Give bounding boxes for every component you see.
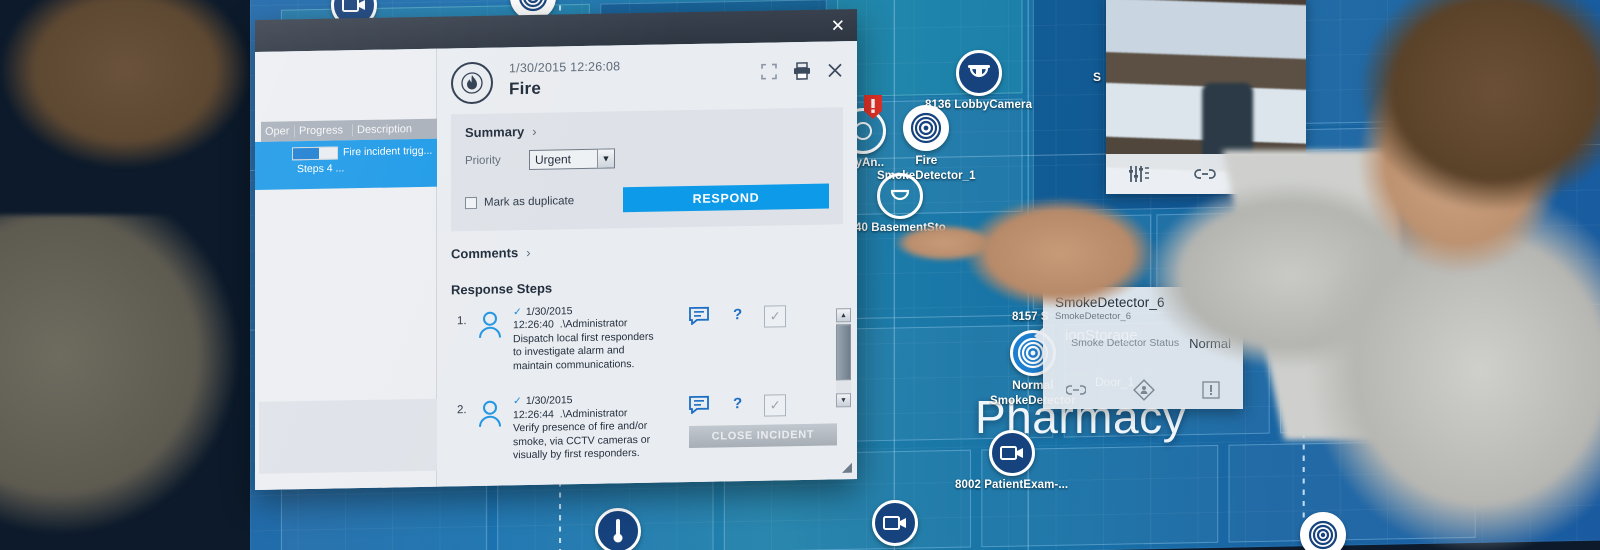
scroll-up-button[interactable]: ▲ [836, 308, 851, 323]
scroll-down-button[interactable]: ▼ [836, 393, 851, 408]
step-date: 1/30/2015 [525, 305, 573, 319]
step-user: .\Administrator [559, 406, 628, 421]
thermometer-icon [595, 508, 641, 550]
step-complete-check-icon: ✓ [513, 395, 522, 408]
comments-heading[interactable]: Comments › [451, 239, 857, 261]
priority-value: Urgent [535, 152, 572, 167]
fire-alarm-badge-icon [863, 95, 883, 126]
incident-detail-pane: 1/30/2015 12:26:08 Fire Summary › Priori… [437, 40, 857, 487]
person-left-hair [0, 0, 290, 195]
screenshot-stage: Pharmacy 8000 Corridor-East- 8136 LobbyC… [0, 0, 1600, 550]
response-steps-heading: Response Steps [451, 280, 553, 298]
response-steps-list: 1. ✓ 1/30/2015 12:26:40 .\Administrator D… [437, 298, 857, 487]
summary-heading-text: Summary [465, 124, 525, 141]
map-label-partial-s: S [1093, 70, 1102, 84]
mark-as-duplicate-checkbox[interactable]: Mark as duplicate [465, 195, 574, 209]
step-text: Dispatch local first responders to inves… [513, 330, 654, 373]
mark-as-duplicate-label: Mark as duplicate [484, 194, 575, 209]
incident-window[interactable]: ✕ Oper Progress Description Fire inciden… [255, 8, 857, 490]
summary-heading[interactable]: Summary › [465, 118, 829, 140]
close-icon[interactable] [827, 62, 843, 78]
step-time: 12:26:44 [513, 408, 554, 421]
map-marker-label: 8002 PatientExam-... [955, 479, 1069, 491]
incident-detail-header: 1/30/2015 12:26:08 Fire [437, 41, 857, 115]
response-step-row[interactable]: 1. ✓ 1/30/2015 12:26:40 .\Administrator D… [437, 298, 857, 375]
step-done-checkbox[interactable]: ✓ [764, 394, 787, 417]
map-marker-lobby-camera[interactable]: 8136 LobbyCamera [925, 50, 1032, 111]
incident-timestamp: 1/30/2015 12:26:08 [509, 59, 621, 76]
step-time: 12:26:40 [513, 318, 554, 332]
step-number: 1. [457, 315, 467, 328]
step-help-icon[interactable]: ? [733, 306, 742, 323]
incident-row-description: Fire incident trigg... [343, 144, 433, 159]
comment-icon[interactable] [689, 395, 711, 419]
camera-icon [872, 500, 918, 546]
step-complete-check-icon: ✓ [513, 306, 522, 319]
window-close-icon[interactable]: ✕ [831, 16, 845, 35]
window-resize-grip[interactable]: ◢ [842, 459, 852, 475]
person-right-hair [1330, 0, 1600, 235]
step-date: 1/30/2015 [525, 394, 573, 408]
fire-incident-icon [451, 61, 493, 105]
scrollbar-thumb[interactable] [836, 324, 851, 381]
step-text: Verify presence of fire and/or smoke, vi… [513, 419, 651, 462]
map-marker-camera-bottom-left[interactable] [872, 500, 918, 546]
user-avatar-icon [477, 306, 513, 374]
incident-row-steps: Steps 4 ... [297, 162, 345, 176]
column-header-description[interactable]: Description [353, 123, 439, 137]
column-header-progress[interactable]: Progress [295, 124, 353, 138]
chevron-right-icon: › [532, 123, 537, 139]
progress-bar [292, 146, 338, 161]
checkbox-box[interactable] [465, 196, 477, 209]
step-done-checkbox[interactable]: ✓ [764, 305, 787, 328]
comments-heading-text: Comments [451, 245, 519, 262]
incident-title: Fire [509, 78, 541, 99]
response-steps-scrollbar[interactable]: ▲ ▼ [836, 308, 851, 408]
priority-select[interactable]: Urgent ▼ [529, 148, 615, 170]
chevron-down-icon[interactable]: ▼ [597, 149, 614, 168]
summary-section: Summary › Priority Urgent ▼ Mark as dupl… [451, 107, 843, 232]
map-marker-temperature[interactable] [595, 508, 641, 550]
window-body: Oper Progress Description Fire incident … [255, 40, 857, 490]
step-number: 2. [457, 404, 467, 417]
chevron-right-icon: › [526, 244, 531, 261]
close-incident-button[interactable]: CLOSE INCIDENT [689, 423, 837, 449]
smoke-detector-icon [903, 105, 950, 151]
step-help-icon[interactable]: ? [733, 395, 742, 412]
respond-button[interactable]: RESPOND [623, 183, 829, 213]
user-avatar-icon [477, 395, 513, 463]
step-user: .\Administrator [559, 317, 628, 331]
priority-label: Priority [465, 154, 501, 168]
person-left-shirt [0, 215, 300, 550]
comment-icon[interactable] [689, 306, 711, 330]
expand-icon[interactable] [761, 63, 777, 80]
print-icon[interactable] [793, 62, 811, 80]
dome-camera-icon [955, 50, 1002, 96]
